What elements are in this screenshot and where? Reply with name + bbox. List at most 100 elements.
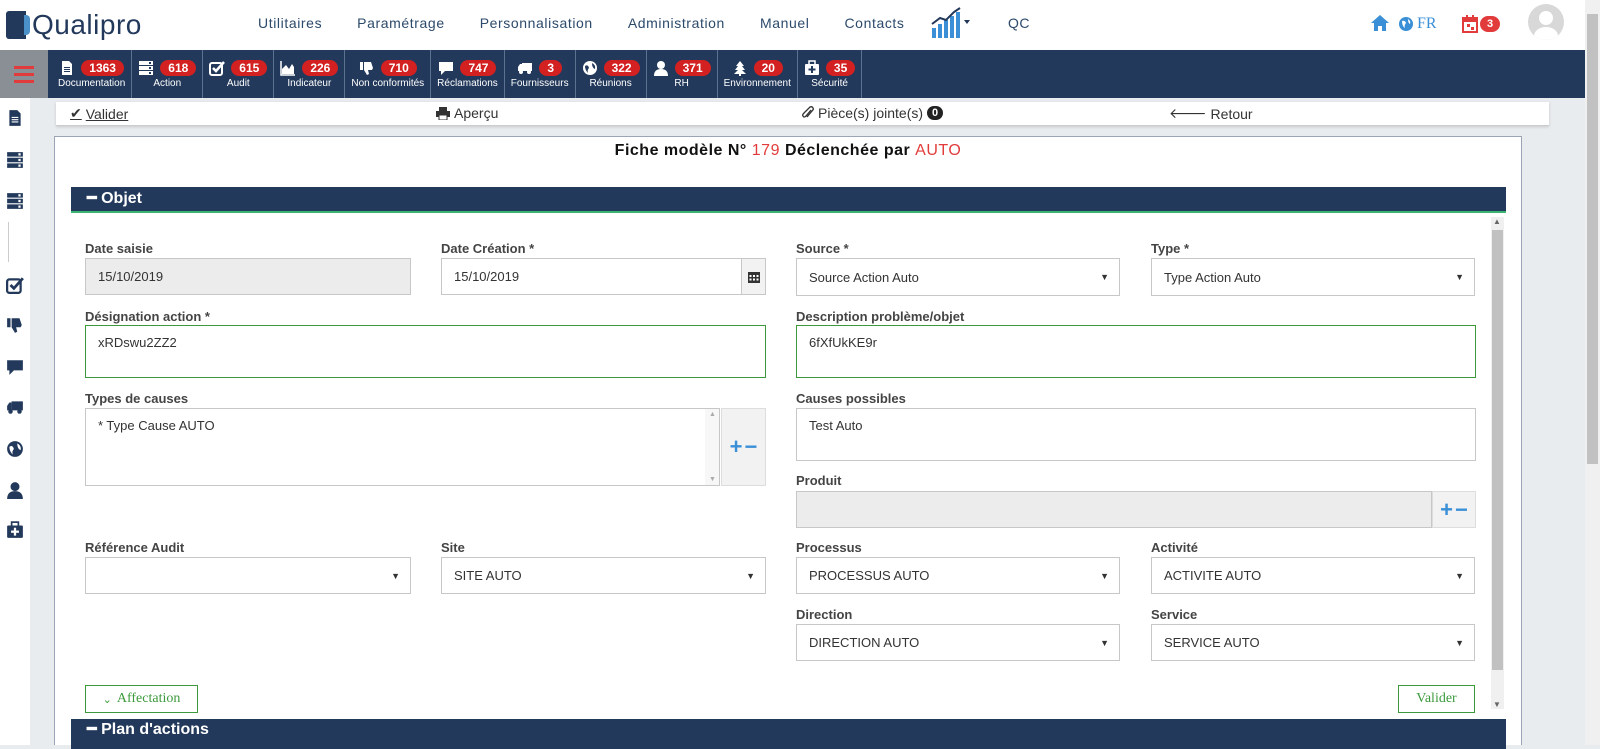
menu-qc[interactable]: QC bbox=[1008, 15, 1030, 31]
list-scrollbar[interactable]: ▲ ▼ bbox=[705, 409, 719, 485]
module-environnement[interactable]: 20 Environnement bbox=[718, 50, 798, 98]
date-saisie-field: 15/10/2019 bbox=[85, 258, 411, 295]
hamburger-menu-icon[interactable] bbox=[0, 50, 48, 98]
home-icon[interactable] bbox=[1370, 14, 1390, 32]
server-icon[interactable] bbox=[6, 192, 24, 210]
scroll-up-icon[interactable]: ▲ bbox=[1493, 217, 1501, 226]
module-rh[interactable]: 371 RH bbox=[647, 50, 718, 98]
causes-possibles-value: Test Auto bbox=[809, 418, 863, 433]
menu-manuel[interactable]: Manuel bbox=[760, 15, 810, 31]
types-causes-add-remove[interactable]: + − bbox=[721, 408, 766, 486]
truck-icon[interactable] bbox=[6, 398, 24, 416]
back-button[interactable]: 🡐 Retour bbox=[1169, 105, 1253, 122]
menu-personnalisation[interactable]: Personnalisation bbox=[480, 15, 593, 31]
collapse-minus-icon: ━ bbox=[87, 190, 97, 207]
site-select[interactable]: SITE AUTO ▼ bbox=[441, 557, 766, 594]
activite-label: Activité bbox=[1151, 540, 1198, 555]
scrollbar-thumb[interactable] bbox=[1492, 230, 1503, 670]
validate-button[interactable]: ✔ Valider bbox=[70, 105, 128, 122]
activite-select[interactable]: ACTIVITE AUTO ▼ bbox=[1151, 557, 1475, 594]
main-menu: Utilitaires Paramétrage Personnalisation… bbox=[258, 15, 940, 31]
medkit-icon[interactable] bbox=[6, 521, 24, 539]
globe-icon[interactable] bbox=[1398, 16, 1414, 32]
section-scrollbar[interactable]: ▲ ▼ bbox=[1491, 217, 1504, 709]
module-fournisseurs[interactable]: 3 Fournisseurs bbox=[505, 50, 576, 98]
fiche-title: Fiche modèle N° 179 Déclenchée par AUTO bbox=[55, 142, 1521, 160]
server-icon bbox=[139, 60, 154, 75]
user-icon[interactable] bbox=[6, 481, 24, 499]
plus-icon[interactable]: + bbox=[730, 434, 743, 460]
caret-down-icon: ▼ bbox=[1455, 637, 1464, 648]
source-select[interactable]: Source Action Auto ▼ bbox=[796, 258, 1120, 296]
module-securite[interactable]: 35 Sécurité bbox=[798, 50, 863, 98]
module-action[interactable]: 618 Action bbox=[132, 50, 204, 98]
type-label: Type * bbox=[1151, 241, 1190, 256]
menu-administration[interactable]: Administration bbox=[628, 15, 725, 31]
user-avatar[interactable] bbox=[1528, 4, 1564, 40]
server-icon[interactable] bbox=[6, 151, 24, 169]
scroll-down-icon[interactable]: ▼ bbox=[1493, 700, 1501, 709]
checkbox-icon bbox=[209, 60, 226, 76]
left-sidebar bbox=[0, 98, 30, 745]
minus-icon[interactable]: − bbox=[1455, 497, 1468, 523]
calendar-alert-icon[interactable] bbox=[1462, 15, 1478, 33]
comment-icon[interactable] bbox=[6, 358, 24, 376]
thumbs-down-icon[interactable] bbox=[6, 316, 24, 334]
produit-field bbox=[796, 491, 1432, 528]
direction-label: Direction bbox=[796, 607, 853, 622]
preview-button[interactable]: Aperçu bbox=[436, 105, 498, 121]
processus-select[interactable]: PROCESSUS AUTO ▼ bbox=[796, 557, 1120, 594]
module-non-conformites[interactable]: 710 Non conformités bbox=[345, 50, 432, 98]
page-scrollbar-thumb[interactable] bbox=[1587, 14, 1598, 464]
affectation-button[interactable]: ⌄ Affectation bbox=[85, 685, 198, 713]
module-label: Réunions bbox=[589, 77, 632, 89]
produit-add-remove[interactable]: + − bbox=[1432, 491, 1476, 528]
calendar-button[interactable] bbox=[741, 258, 766, 295]
type-value: Type Action Auto bbox=[1164, 269, 1261, 285]
fiche-title-middle: Déclenchée par bbox=[784, 142, 911, 159]
description-textarea[interactable]: 6fXfUkKE9r bbox=[796, 325, 1476, 378]
menu-parametrage[interactable]: Paramétrage bbox=[357, 15, 445, 31]
types-causes-list[interactable]: * Type Cause AUTO ▲ ▼ bbox=[85, 408, 720, 486]
collapse-minus-icon: ━ bbox=[87, 721, 97, 738]
source-value: Source Action Auto bbox=[809, 269, 919, 285]
minus-icon[interactable]: − bbox=[745, 434, 758, 460]
globe-meeting-icon[interactable] bbox=[6, 440, 24, 458]
fiche-panel: Fiche modèle N° 179 Déclenchée par AUTO … bbox=[54, 136, 1522, 749]
causes-possibles-textarea[interactable]: Test Auto bbox=[796, 408, 1476, 461]
menu-utilitaires[interactable]: Utilitaires bbox=[258, 15, 322, 31]
service-select[interactable]: SERVICE AUTO ▼ bbox=[1151, 624, 1475, 661]
qualipro-logo[interactable]: Qualipro bbox=[6, 8, 142, 42]
plus-icon[interactable]: + bbox=[1440, 497, 1453, 523]
ref-audit-select[interactable]: ▼ bbox=[85, 557, 411, 594]
caret-down-icon: ▼ bbox=[1100, 637, 1109, 648]
date-saisie-value: 15/10/2019 bbox=[98, 269, 164, 284]
bar-chart-dropdown-icon[interactable] bbox=[930, 6, 972, 40]
truck-icon bbox=[518, 62, 533, 74]
page-scrollbar[interactable] bbox=[1585, 0, 1600, 745]
menu-contacts[interactable]: Contacts bbox=[844, 15, 904, 31]
module-audit[interactable]: 615 Audit bbox=[203, 50, 275, 98]
module-documentation[interactable]: 1363 Documentation bbox=[52, 50, 133, 98]
checkbox-icon[interactable] bbox=[6, 276, 24, 294]
attachments-button[interactable]: Pièce(s) jointe(s) 0 bbox=[802, 105, 944, 121]
area-chart-icon bbox=[280, 60, 296, 76]
notification-badge[interactable]: 3 bbox=[1480, 16, 1501, 32]
type-select[interactable]: Type Action Auto ▼ bbox=[1151, 258, 1475, 296]
section-objet-header[interactable]: ━ Objet bbox=[71, 187, 1506, 213]
module-indicateur[interactable]: 226 Indicateur bbox=[274, 50, 346, 98]
module-label: Documentation bbox=[58, 77, 126, 89]
module-reunions[interactable]: 322 Réunions bbox=[576, 50, 647, 98]
module-label: Audit bbox=[226, 77, 250, 89]
fiche-title-prefix: Fiche modèle N° bbox=[614, 142, 747, 159]
designation-textarea[interactable]: xRDswu2ZZ2 bbox=[85, 325, 766, 378]
language-selector[interactable]: FR bbox=[1417, 15, 1437, 33]
direction-select[interactable]: DIRECTION AUTO ▼ bbox=[796, 624, 1120, 661]
date-creation-input[interactable]: 15/10/2019 bbox=[441, 258, 742, 295]
processus-label: Processus bbox=[796, 540, 862, 555]
globe-meeting-icon bbox=[582, 60, 597, 75]
form-validate-button[interactable]: Valider bbox=[1398, 685, 1475, 713]
document-icon[interactable] bbox=[6, 109, 24, 127]
module-reclamations[interactable]: 747 Réclamations bbox=[431, 50, 505, 98]
date-creation-value: 15/10/2019 bbox=[454, 269, 520, 284]
